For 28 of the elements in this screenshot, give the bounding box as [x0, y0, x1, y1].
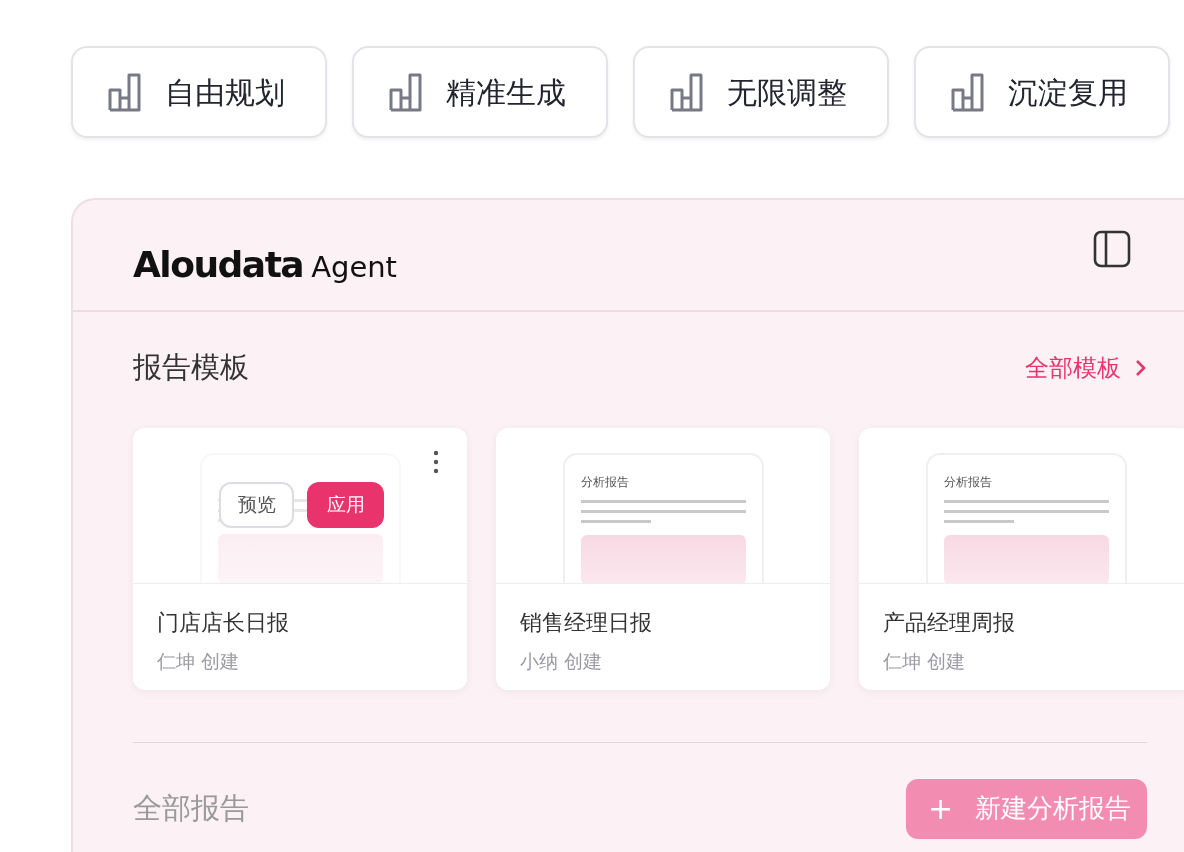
template-card[interactable]: 分析报告 销售经理日报 小纳 创建 [496, 427, 830, 690]
bar-chart-icon [107, 72, 143, 112]
bar-chart-icon [950, 72, 986, 112]
preview-button[interactable]: 预览 [219, 481, 294, 528]
brand-logo: Aloudata Agent [133, 243, 397, 287]
preview-title: 分析报告 [581, 473, 630, 491]
feature-chip[interactable]: 自由规划 [71, 46, 327, 138]
apply-button[interactable]: 应用 [307, 481, 384, 528]
template-author: 小纳 创建 [519, 648, 604, 674]
all-templates-link[interactable]: 全部模板 [1025, 349, 1147, 386]
sidebar-toggle-icon[interactable] [1093, 230, 1131, 268]
feature-chip[interactable]: 精准生成 [352, 46, 608, 138]
template-card[interactable]: 预览 应用 门店店长日报 仁坤 创建 [133, 427, 467, 690]
template-name: 门店店长日报 [156, 608, 290, 637]
more-options-icon[interactable] [433, 449, 439, 474]
template-card[interactable]: 分析报告 产品经理周报 仁坤 创建 [859, 427, 1184, 690]
section-title: 报告模板 [133, 349, 249, 386]
feature-chip[interactable]: 沉淀复用 [914, 46, 1170, 138]
feature-chip[interactable]: 无限调整 [633, 46, 889, 138]
preview-title: 分析报告 [944, 473, 993, 491]
bar-chart-icon [669, 72, 705, 112]
template-name: 销售经理日报 [519, 608, 653, 637]
template-author: 仁坤 创建 [156, 648, 241, 674]
bar-chart-icon [388, 72, 424, 112]
template-name: 产品经理周报 [882, 608, 1016, 637]
section-title: 全部报告 [133, 789, 249, 827]
chevron-right-icon [1135, 358, 1147, 377]
template-author: 仁坤 创建 [882, 648, 967, 674]
